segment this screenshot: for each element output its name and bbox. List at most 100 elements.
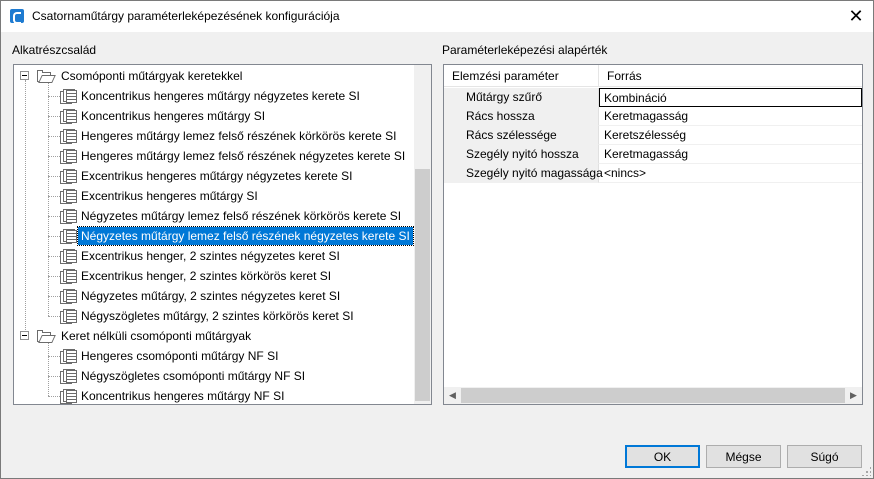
tree-item-label-selected[interactable]: Négyzetes műtárgy lemez felső részének n…: [77, 226, 414, 246]
tree-item[interactable]: Hengeres csomóponti műtárgy NF SI: [14, 346, 414, 366]
tree-item-label[interactable]: Négyzetes műtárgy, 2 szintes négyzetes k…: [78, 287, 343, 305]
tree-item[interactable]: Excentrikus hengeres műtárgy SI: [14, 186, 414, 206]
dialog-window: Csatornaműtárgy paraméterleképezésének k…: [0, 0, 874, 479]
tree-connector: [48, 136, 60, 137]
scroll-thumb[interactable]: [415, 169, 430, 401]
tree-group-label[interactable]: Keret nélküli csomóponti műtárgyak: [58, 327, 254, 345]
source-value-cell[interactable]: <nincs>: [599, 164, 862, 183]
scroll-right-icon[interactable]: ▶: [845, 387, 862, 404]
tree-item-label[interactable]: Koncentrikus hengeres műtárgy NF SI: [78, 387, 287, 404]
tree-item[interactable]: Koncentrikus hengeres műtárgy négyzetes …: [14, 86, 414, 106]
structure-family-icon: [60, 88, 78, 104]
tree-item[interactable]: Hengeres műtárgy lemez felső részének né…: [14, 146, 414, 166]
parameter-name-cell[interactable]: Rács hossza: [444, 107, 599, 126]
ok-button[interactable]: OK: [625, 445, 700, 468]
app-icon: [10, 9, 24, 24]
structure-family-icon: [60, 228, 78, 244]
tree-item-label[interactable]: Koncentrikus hengeres műtárgy négyzetes …: [78, 87, 363, 105]
structure-family-icon: [60, 288, 78, 304]
tree-item-label[interactable]: Excentrikus hengeres műtárgy SI: [78, 187, 261, 205]
tree-item-label[interactable]: Hengeres műtárgy lemez felső részének né…: [78, 147, 408, 165]
tree-connector: [48, 356, 60, 357]
tree-item[interactable]: Négyszögletes csomóponti műtárgy NF SI: [14, 366, 414, 386]
tree-item-label[interactable]: Hengeres csomóponti műtárgy NF SI: [78, 347, 281, 365]
structure-family-icon: [60, 308, 78, 324]
tree-item[interactable]: Négyzetes műtárgy lemez felső részének n…: [14, 226, 414, 246]
help-button[interactable]: Súgó: [787, 445, 862, 468]
structure-family-icon: [60, 128, 78, 144]
source-value-cell[interactable]: Keretmagasság: [599, 145, 862, 164]
tree-item-label[interactable]: Excentrikus henger, 2 szintes körkörös k…: [78, 267, 334, 285]
tree-item-label[interactable]: Koncentrikus hengeres műtárgy SI: [78, 107, 268, 125]
tree-item-label[interactable]: Excentrikus henger, 2 szintes négyzetes …: [78, 247, 343, 265]
header-parameter[interactable]: Elemzési paraméter: [444, 65, 598, 87]
header-source[interactable]: Forrás: [599, 65, 642, 87]
tree-item-label[interactable]: Négyszögletes műtárgy, 2 szintes körkörö…: [78, 307, 357, 325]
tree-connector: [48, 176, 60, 177]
tree-connector: [48, 296, 60, 297]
grid-row[interactable]: Rács hossza Keretmagasság: [444, 107, 862, 126]
tree-item-label[interactable]: Négyzetes műtárgy lemez felső részének k…: [78, 207, 404, 225]
scroll-thumb[interactable]: [461, 388, 845, 403]
tree-connector: [48, 236, 60, 237]
grid-row[interactable]: Szegély nyitó magassága <nincs>: [444, 164, 862, 183]
tree-connector: [48, 316, 60, 317]
grid-row[interactable]: Rács szélessége Keretszélesség: [444, 126, 862, 145]
grid-horizontal-scrollbar[interactable]: ◀ ▶: [444, 387, 862, 404]
mapping-defaults-label: Paraméterleképezési alapérték: [442, 43, 608, 57]
tree-group[interactable]: Csomóponti műtárgyak keretekkel: [14, 66, 414, 86]
tree-connector: [48, 276, 60, 277]
tree-item[interactable]: Hengeres műtárgy lemez felső részének kö…: [14, 126, 414, 146]
tree-item[interactable]: Négyszögletes műtárgy, 2 szintes körkörö…: [14, 306, 414, 326]
close-icon: ✕: [848, 6, 864, 26]
open-folder-icon: [37, 330, 56, 343]
structure-family-icon: [60, 388, 78, 404]
part-family-label: Alkatrészcsalád: [12, 43, 97, 57]
grid-header: Elemzési paraméter Forrás: [444, 65, 862, 87]
structure-family-icon: [60, 108, 78, 124]
tree-item[interactable]: Excentrikus henger, 2 szintes körkörös k…: [14, 266, 414, 286]
tree-item[interactable]: Koncentrikus hengeres műtárgy NF SI: [14, 386, 414, 404]
resize-grip[interactable]: [861, 466, 871, 476]
close-button[interactable]: ✕: [839, 1, 873, 32]
cancel-button[interactable]: Mégse: [706, 445, 781, 468]
tree-item[interactable]: Négyzetes műtárgy lemez felső részének k…: [14, 206, 414, 226]
scroll-left-icon[interactable]: ◀: [444, 387, 461, 404]
structure-family-icon: [60, 168, 78, 184]
tree-connector: [48, 256, 60, 257]
tree-connector: [48, 96, 60, 97]
tree-item[interactable]: Excentrikus henger, 2 szintes négyzetes …: [14, 246, 414, 266]
tree-group[interactable]: Keret nélküli csomóponti műtárgyak: [14, 326, 414, 346]
tree-vertical-scrollbar[interactable]: [414, 65, 431, 404]
parameter-name-cell[interactable]: Műtárgy szűrő: [444, 88, 599, 107]
tree-item-label[interactable]: Hengeres műtárgy lemez felső részének kö…: [78, 127, 399, 145]
source-value-cell[interactable]: Keretszélesség: [599, 126, 862, 145]
tree-item-label[interactable]: Négyszögletes csomóponti műtárgy NF SI: [78, 367, 308, 385]
open-folder-icon: [37, 70, 56, 83]
tree-connector: [48, 396, 60, 397]
tree-item[interactable]: Koncentrikus hengeres műtárgy SI: [14, 106, 414, 126]
tree-group-label[interactable]: Csomóponti műtárgyak keretekkel: [58, 67, 245, 85]
grid-row[interactable]: Szegély nyitó hossza Keretmagasság: [444, 145, 862, 164]
collapse-icon[interactable]: [20, 71, 29, 80]
tree-connector: [48, 216, 60, 217]
structure-family-icon: [60, 268, 78, 284]
tree-connector: [48, 196, 60, 197]
source-value-cell[interactable]: Keretmagasság: [599, 107, 862, 126]
structure-family-icon: [60, 348, 78, 364]
window-title: Csatornaműtárgy paraméterleképezésének k…: [32, 9, 340, 23]
tree-item[interactable]: Excentrikus hengeres műtárgy négyzetes k…: [14, 166, 414, 186]
parameter-name-cell[interactable]: Rács szélessége: [444, 126, 599, 145]
structure-family-icon: [60, 148, 78, 164]
collapse-icon[interactable]: [20, 331, 29, 340]
source-value-cell[interactable]: Kombináció: [599, 88, 862, 107]
parameter-name-cell[interactable]: Szegély nyitó magassága: [444, 164, 603, 183]
part-family-tree[interactable]: Csomóponti műtárgyak keretekkel Koncentri…: [13, 64, 432, 405]
parameter-name-cell[interactable]: Szegély nyitó hossza: [444, 145, 599, 164]
grid-row[interactable]: Műtárgy szűrő Kombináció: [444, 88, 862, 107]
tree-connector: [48, 156, 60, 157]
tree-item-label[interactable]: Excentrikus hengeres műtárgy négyzetes k…: [78, 167, 355, 185]
title-bar: Csatornaműtárgy paraméterleképezésének k…: [1, 1, 873, 32]
tree-item[interactable]: Négyzetes műtárgy, 2 szintes négyzetes k…: [14, 286, 414, 306]
tree-connector: [48, 116, 60, 117]
